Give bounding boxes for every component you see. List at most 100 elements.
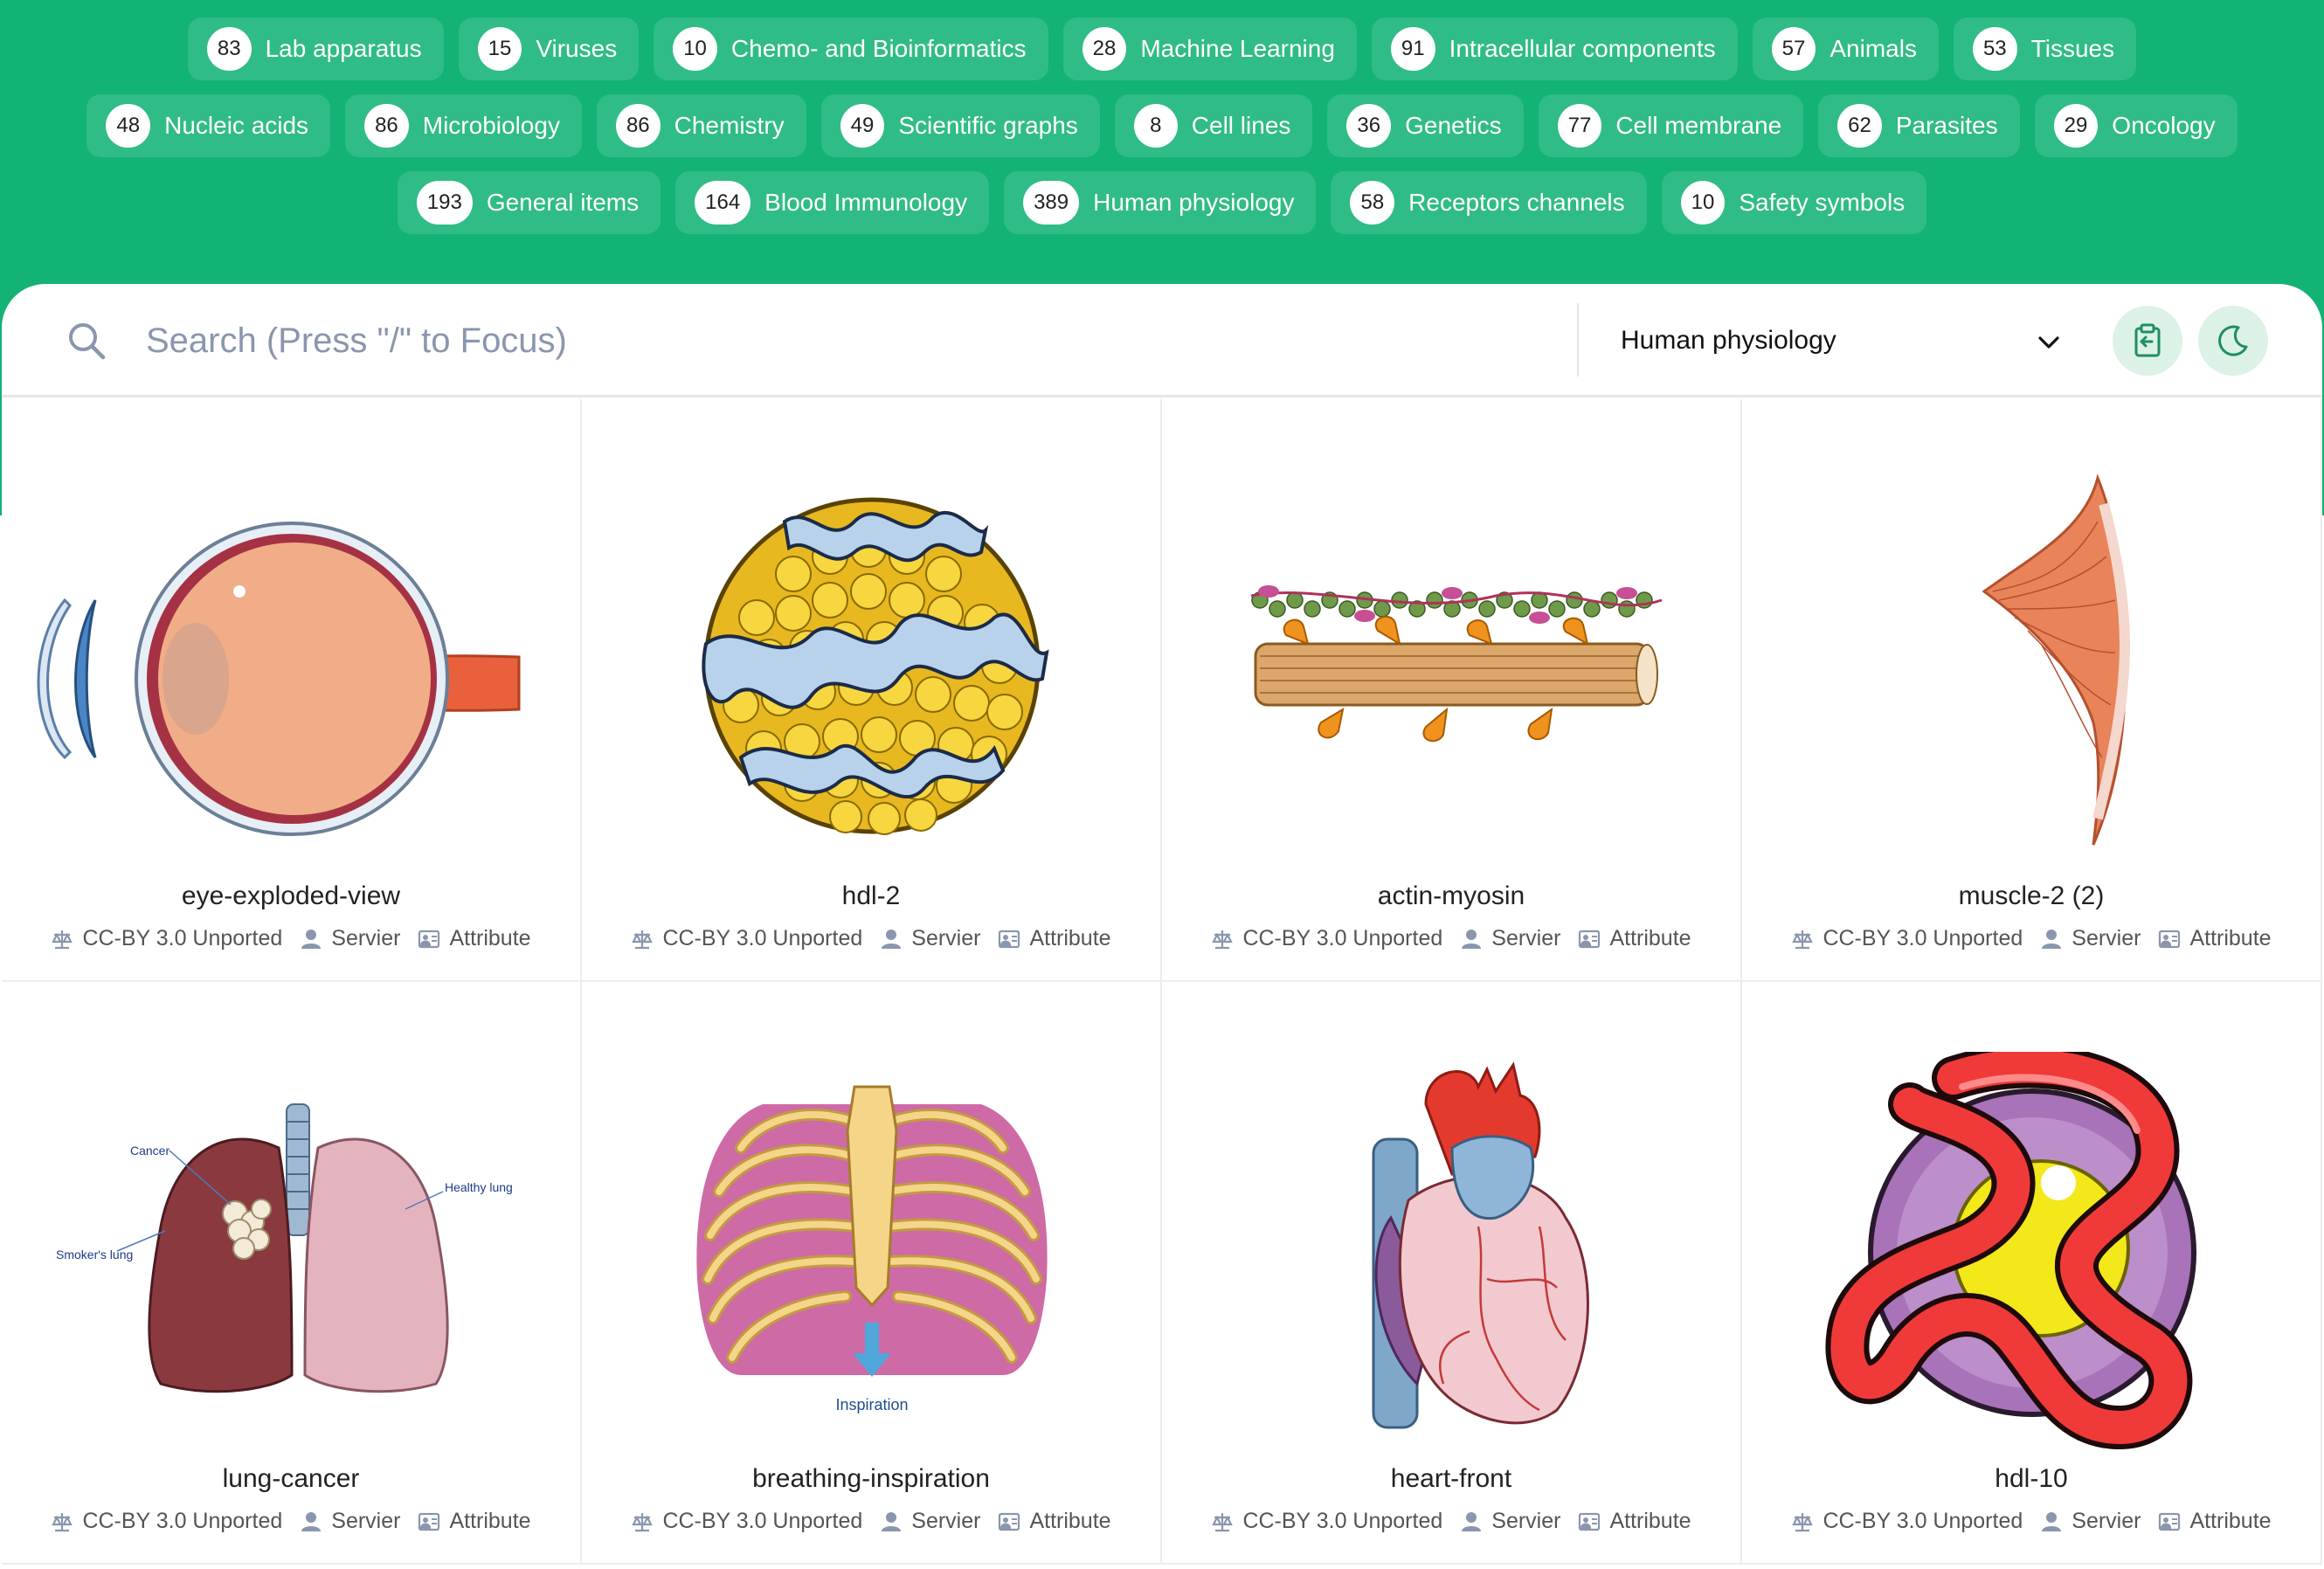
attribute-button[interactable]: Attribute bbox=[2158, 926, 2272, 951]
attribution-icon bbox=[2159, 1512, 2181, 1531]
card-title: heart-front bbox=[1390, 1464, 1512, 1493]
category-label: Scientific graphs bbox=[898, 112, 1078, 139]
user-icon bbox=[882, 1511, 902, 1531]
category-count: 57 bbox=[1771, 27, 1816, 71]
author-label: Servier bbox=[331, 1509, 401, 1533]
illustration-card[interactable]: muscle-2 (2) CC-BY 3.0 Unported Servier … bbox=[1742, 399, 2322, 982]
illustration-card[interactable]: heart-front CC-BY 3.0 Unported Servier A… bbox=[1162, 982, 1742, 1565]
attribute-label: Attribute bbox=[2189, 926, 2272, 950]
category-chip[interactable]: 28 Machine Learning bbox=[1062, 17, 1357, 80]
category-chip[interactable]: 83 Lab apparatus bbox=[187, 17, 444, 80]
author-label: Servier bbox=[1491, 926, 1561, 950]
author: Servier bbox=[300, 1509, 400, 1534]
category-chip[interactable]: 86 Chemistry bbox=[596, 94, 806, 157]
category-chip[interactable]: 8 Cell lines bbox=[1114, 94, 1313, 157]
actin-myosin-illustration bbox=[1250, 585, 1663, 743]
category-count: 28 bbox=[1082, 27, 1127, 71]
inspiration-caption: Inspiration bbox=[835, 1396, 908, 1413]
category-count: 86 bbox=[615, 104, 661, 148]
category-count: 48 bbox=[106, 104, 151, 148]
license[interactable]: CC-BY 3.0 Unported bbox=[51, 1509, 282, 1534]
license-label: CC-BY 3.0 Unported bbox=[82, 926, 283, 950]
attribute-button[interactable]: Attribute bbox=[2158, 1509, 2272, 1534]
attribute-button[interactable]: Attribute bbox=[998, 926, 1111, 951]
category-chip[interactable]: 86 Microbiology bbox=[345, 94, 582, 157]
card-title: breathing-inspiration bbox=[752, 1464, 990, 1493]
category-label: Oncology bbox=[2112, 112, 2216, 139]
category-chip[interactable]: 91 Intracellular components bbox=[1371, 17, 1738, 80]
illustration-card[interactable]: eye-exploded-view CC-BY 3.0 Unported Ser… bbox=[2, 399, 582, 982]
category-count: 83 bbox=[206, 27, 252, 71]
user-icon bbox=[1462, 1511, 1482, 1531]
attribution-icon bbox=[418, 1512, 440, 1531]
search-input[interactable] bbox=[146, 308, 1544, 373]
illustration-grid: eye-exploded-view CC-BY 3.0 Unported Ser… bbox=[2, 399, 2322, 1569]
attribute-button[interactable]: Attribute bbox=[998, 1509, 1111, 1534]
category-chip[interactable]: 10 Chemo- and Bioinformatics bbox=[654, 17, 1048, 80]
attribute-label: Attribute bbox=[1029, 926, 1111, 950]
card-title: hdl-10 bbox=[1995, 1464, 2068, 1493]
category-chip[interactable]: 10 Safety symbols bbox=[1661, 171, 1927, 234]
user-icon bbox=[2042, 1511, 2062, 1531]
category-chip[interactable]: 193 General items bbox=[397, 171, 661, 234]
author-label: Servier bbox=[1491, 1509, 1561, 1533]
license[interactable]: CC-BY 3.0 Unported bbox=[1791, 1509, 2023, 1534]
attribute-button[interactable]: Attribute bbox=[1578, 926, 1691, 951]
category-label: Cell lines bbox=[1191, 112, 1291, 139]
license[interactable]: CC-BY 3.0 Unported bbox=[1211, 1509, 1442, 1534]
category-chip[interactable]: 15 Viruses bbox=[458, 17, 640, 80]
category-chip[interactable]: 36 Genetics bbox=[1327, 94, 1524, 157]
hdl-purple-illustration bbox=[1825, 1052, 2196, 1450]
license[interactable]: CC-BY 3.0 Unported bbox=[51, 926, 282, 951]
card-title: actin-myosin bbox=[1377, 881, 1525, 910]
category-count: 49 bbox=[840, 104, 885, 148]
scale-icon bbox=[1792, 930, 1814, 949]
card-title: lung-cancer bbox=[222, 1464, 360, 1493]
attribute-button[interactable]: Attribute bbox=[418, 926, 531, 951]
category-chip[interactable]: 53 Tissues bbox=[1953, 17, 2137, 80]
license[interactable]: CC-BY 3.0 Unported bbox=[631, 926, 862, 951]
license[interactable]: CC-BY 3.0 Unported bbox=[1791, 926, 2023, 951]
license[interactable]: CC-BY 3.0 Unported bbox=[631, 1509, 862, 1534]
healthy-lung-label: Healthy lung bbox=[445, 1180, 513, 1194]
dark-mode-toggle[interactable] bbox=[2198, 306, 2268, 376]
category-chip[interactable]: 58 Receptors channels bbox=[1331, 171, 1647, 234]
attribute-label: Attribute bbox=[1029, 1509, 1111, 1533]
license[interactable]: CC-BY 3.0 Unported bbox=[1211, 926, 1442, 951]
category-label: Machine Learning bbox=[1140, 35, 1335, 62]
category-chip[interactable]: 77 Cell membrane bbox=[1538, 94, 1804, 157]
category-chip[interactable]: 164 Blood Immunology bbox=[675, 171, 990, 234]
category-chip[interactable]: 48 Nucleic acids bbox=[86, 94, 331, 157]
illustration-card[interactable]: Cancer Healthy lung Smoker's lung lung-c… bbox=[2, 982, 582, 1565]
heart-illustration bbox=[1372, 1061, 1589, 1429]
category-chip[interactable]: 57 Animals bbox=[1752, 17, 1939, 80]
category-label: Animals bbox=[1829, 35, 1917, 62]
clipboard-icon bbox=[2134, 323, 2161, 357]
category-select[interactable]: Human physiology bbox=[1601, 308, 2090, 373]
category-chip[interactable]: 29 Oncology bbox=[2034, 94, 2238, 157]
copy-clipboard-button[interactable] bbox=[2113, 306, 2182, 376]
license-label: CC-BY 3.0 Unported bbox=[662, 1509, 863, 1533]
category-label: Viruses bbox=[536, 35, 618, 62]
illustration-card[interactable]: hdl-10 CC-BY 3.0 Unported Servier Attrib… bbox=[1742, 982, 2322, 1565]
card-meta: CC-BY 3.0 Unported Servier Attribute bbox=[1742, 926, 2321, 951]
category-label: Blood Immunology bbox=[764, 189, 968, 216]
author: Servier bbox=[880, 926, 980, 951]
category-chip[interactable]: 389 Human physiology bbox=[1004, 171, 1317, 234]
category-chip[interactable]: 62 Parasites bbox=[1818, 94, 2020, 157]
results-panel: Human physiology bbox=[2, 284, 2322, 1569]
category-count: 15 bbox=[477, 27, 522, 71]
category-label: Parasites bbox=[1895, 112, 1998, 139]
illustration-card[interactable]: hdl-2 CC-BY 3.0 Unported Servier Attribu… bbox=[582, 399, 1162, 982]
category-count: 193 bbox=[416, 181, 473, 225]
category-label: Intracellular components bbox=[1449, 35, 1716, 62]
attribution-icon bbox=[1579, 930, 1601, 948]
category-count: 91 bbox=[1390, 27, 1435, 71]
illustration-card[interactable]: actin-myosin CC-BY 3.0 Unported Servier … bbox=[1162, 399, 1742, 982]
illustration-card[interactable]: Inspiration breathing-inspiration CC-BY … bbox=[582, 982, 1162, 1565]
attribute-button[interactable]: Attribute bbox=[418, 1509, 531, 1534]
category-count: 10 bbox=[673, 27, 717, 71]
category-chip[interactable]: 49 Scientific graphs bbox=[820, 94, 1100, 157]
attribute-label: Attribute bbox=[449, 1509, 531, 1533]
attribute-button[interactable]: Attribute bbox=[1578, 1509, 1691, 1534]
